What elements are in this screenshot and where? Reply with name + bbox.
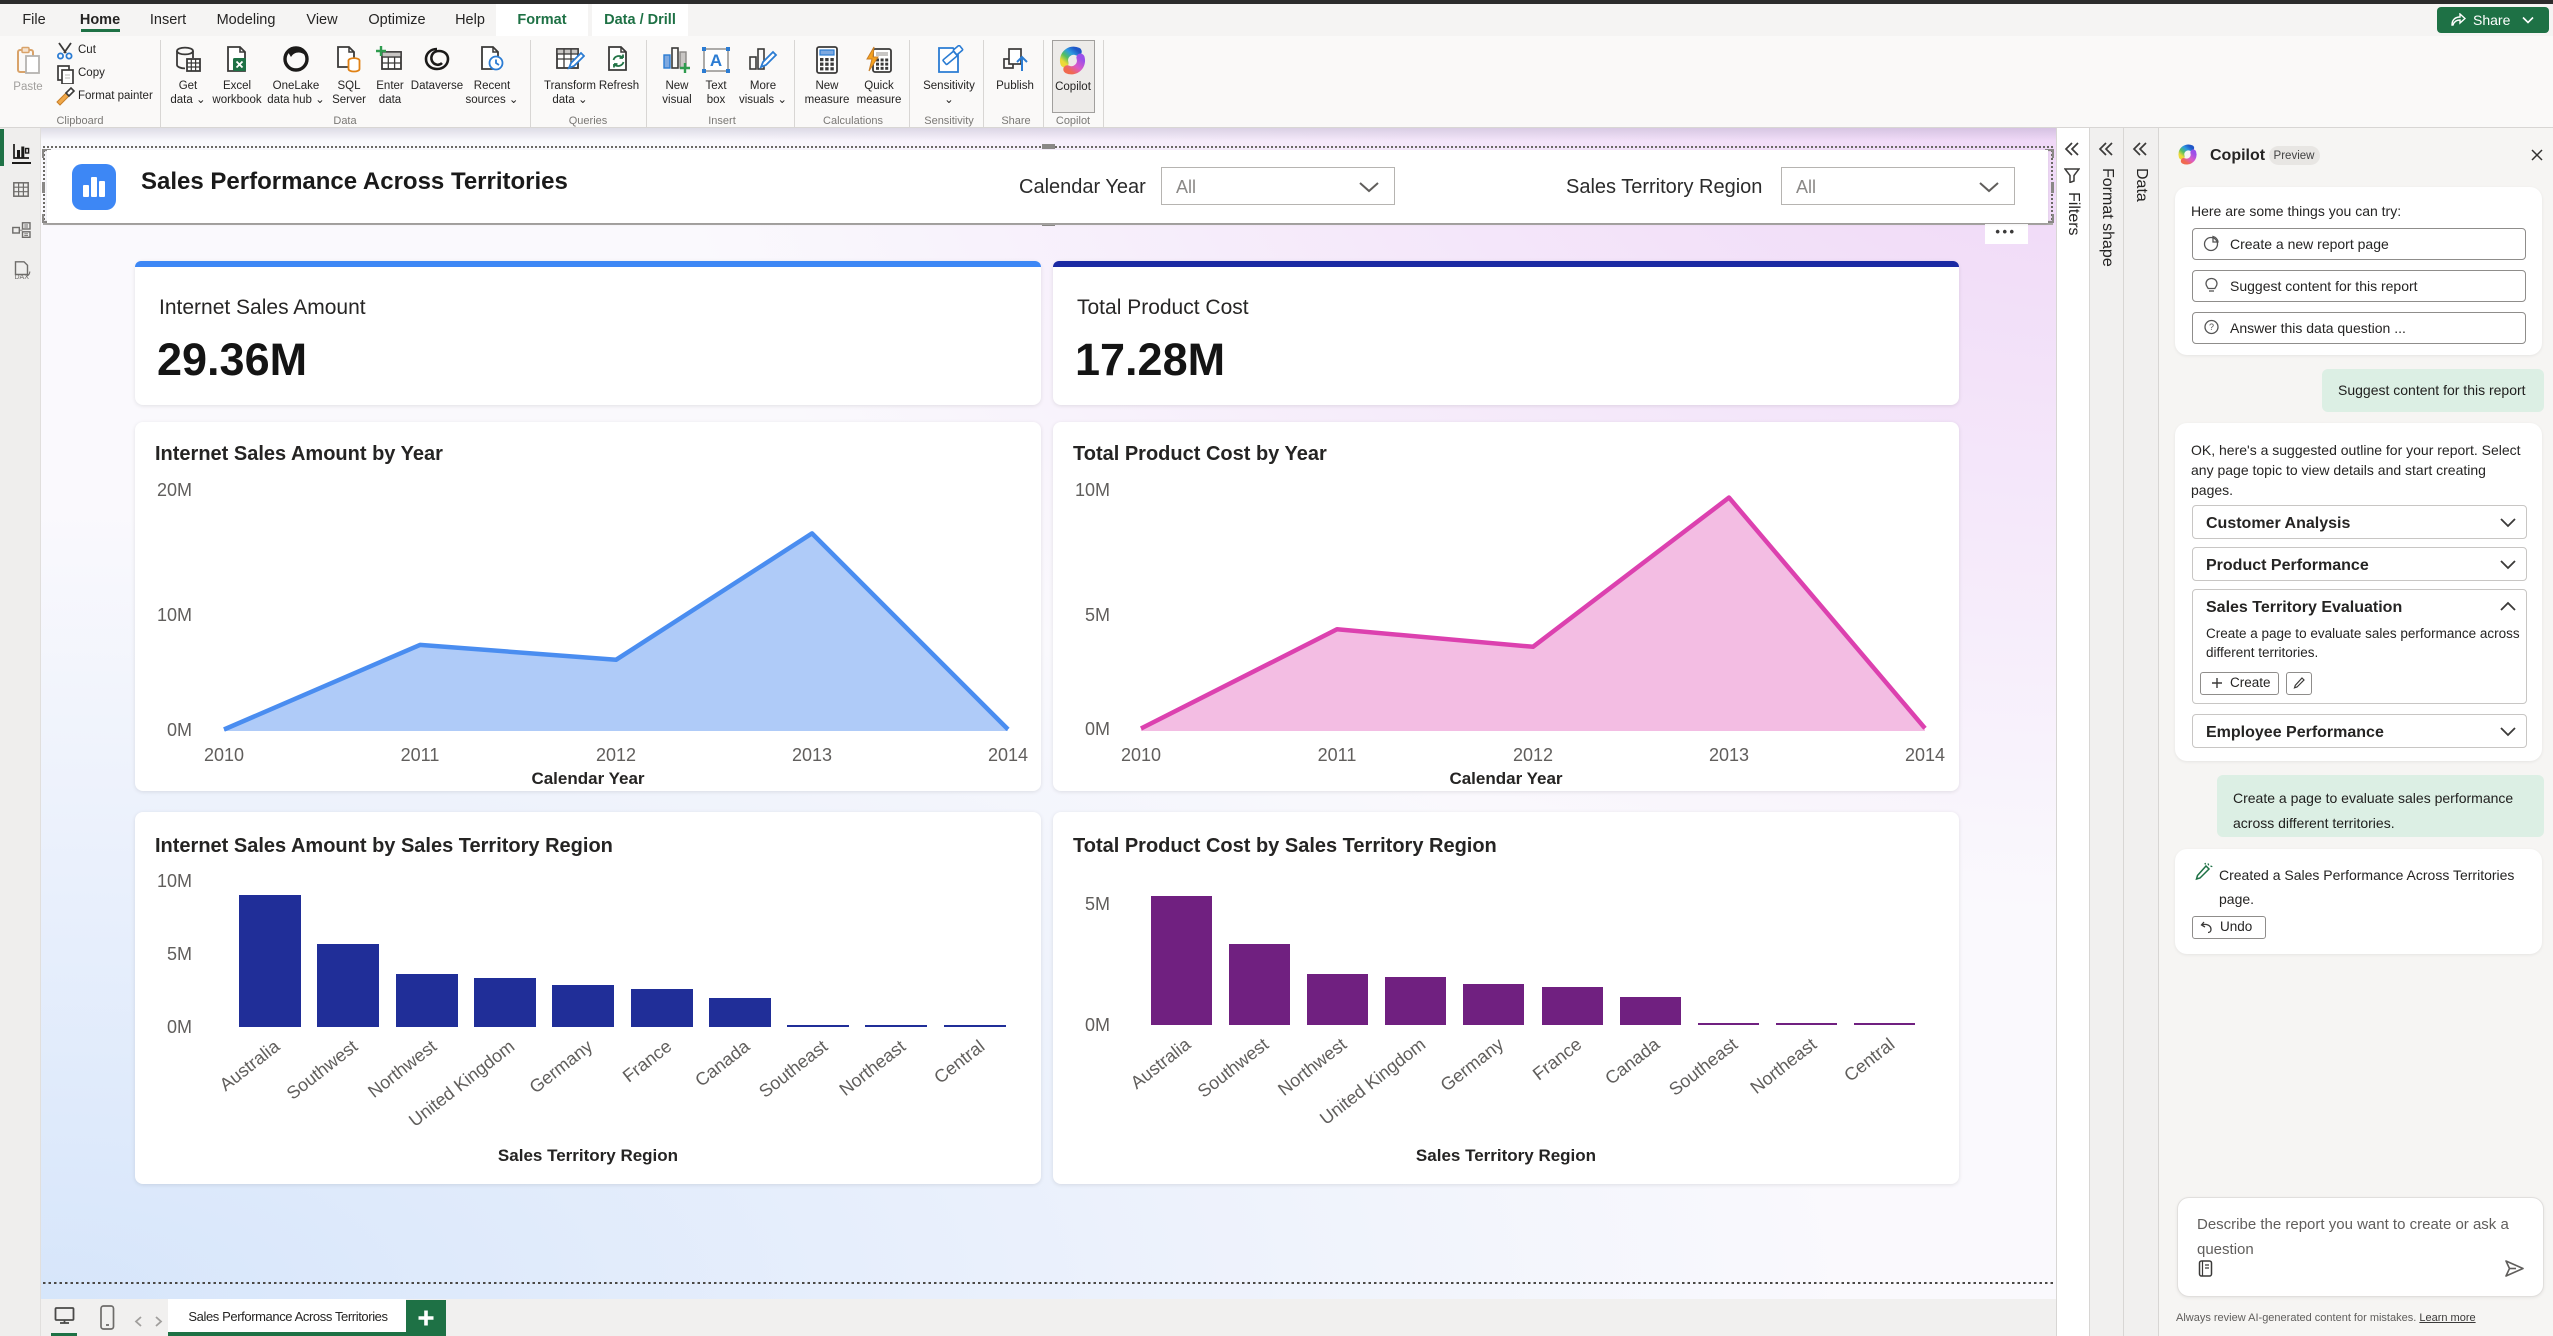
svg-text:?: ? — [2209, 322, 2214, 332]
svg-text:DAX: DAX — [15, 274, 30, 280]
svg-text:A: A — [710, 51, 722, 70]
